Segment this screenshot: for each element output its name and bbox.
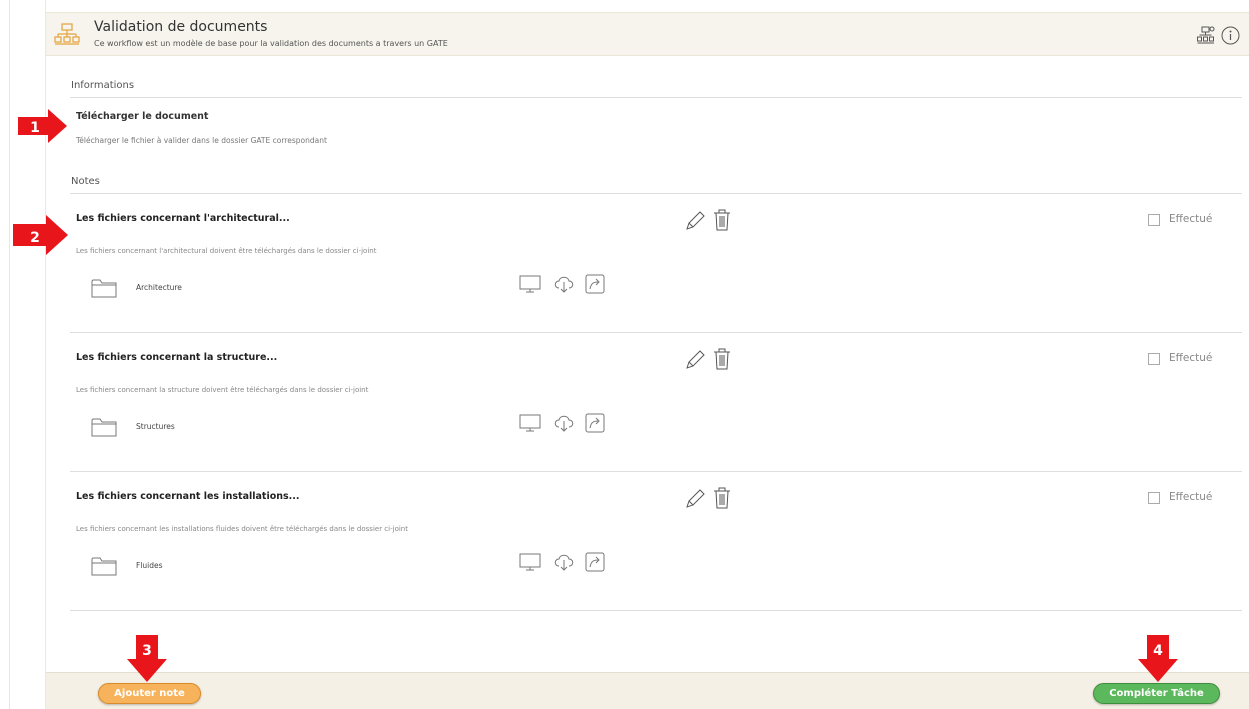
note-title: Les fichiers concernant la structure... [76,352,278,363]
callout-arrow-4: 4 [1138,635,1178,682]
done-checkbox[interactable] [1148,492,1160,504]
folder-name[interactable]: Fluides [136,561,163,570]
folder-icon[interactable] [91,556,117,576]
page-subtitle: Ce workflow est un modèle de base pour l… [94,39,448,48]
monitor-icon[interactable] [519,413,541,433]
note-item: Les fichiers concernant l'architectural.… [70,194,1242,333]
done-checkbox[interactable] [1148,353,1160,365]
done-checkbox-label[interactable]: Effectué [1169,352,1212,364]
info-icon[interactable] [1221,26,1240,45]
callout-number: 2 [30,230,40,246]
note-item: Les fichiers concernant la structure... … [70,333,1242,472]
delete-icon[interactable] [712,347,732,371]
note-title: Les fichiers concernant les installation… [76,491,300,502]
share-icon[interactable] [585,274,605,294]
add-note-button[interactable]: Ajouter note [98,683,201,704]
edit-icon[interactable] [684,488,706,510]
workflow-header: Validation de documents Ce workflow est … [46,12,1249,56]
folder-name[interactable]: Structures [136,422,175,431]
note-description: Les fichiers concernant la structure doi… [76,386,369,394]
cloud-download-icon[interactable] [553,552,575,572]
monitor-icon[interactable] [519,274,541,294]
note-description: Les fichiers concernant les installation… [76,525,408,533]
divider [70,97,1242,98]
footer-bar: Ajouter note Compléter Tâche [46,672,1249,709]
complete-task-button[interactable]: Compléter Tâche [1093,683,1220,704]
done-checkbox-label[interactable]: Effectué [1169,491,1212,503]
left-rail [0,0,10,709]
callout-arrow-2: 2 [13,215,68,255]
page-title: Validation de documents [94,19,268,35]
note-title: Les fichiers concernant l'architectural.… [76,213,290,224]
information-description: Télécharger le fichier à valider dans le… [76,136,327,145]
cloud-download-icon[interactable] [553,413,575,433]
informations-label: Informations [71,80,135,91]
note-description: Les fichiers concernant l'architectural … [76,247,377,255]
callout-number: 1 [30,120,40,136]
note-item: Les fichiers concernant les installation… [70,472,1242,611]
workflow-icon [54,23,80,45]
folder-icon[interactable] [91,417,117,437]
done-checkbox-label[interactable]: Effectué [1169,213,1212,225]
folder-name[interactable]: Architecture [136,283,182,292]
edit-icon[interactable] [684,349,706,371]
folder-icon[interactable] [91,278,117,298]
information-title: Télécharger le document [76,111,209,122]
monitor-icon[interactable] [519,552,541,572]
callout-arrow-3: 3 [127,635,167,682]
done-checkbox[interactable] [1148,214,1160,226]
notes-label: Notes [71,176,100,187]
cloud-download-icon[interactable] [553,274,575,294]
edit-icon[interactable] [684,210,706,232]
workflow-panel: Validation de documents Ce workflow est … [45,0,1249,709]
divider [70,610,1242,611]
callout-arrow-1: 1 [18,109,67,143]
share-icon[interactable] [585,413,605,433]
workflow-diagram-icon[interactable] [1197,26,1215,44]
share-icon[interactable] [585,552,605,572]
callout-number: 4 [1153,643,1163,659]
delete-icon[interactable] [712,486,732,510]
callout-number: 3 [142,643,152,659]
delete-icon[interactable] [712,208,732,232]
